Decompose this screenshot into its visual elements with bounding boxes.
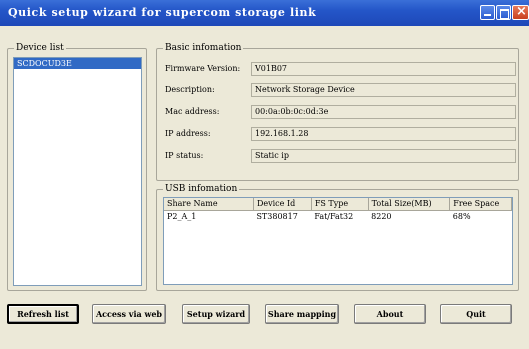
- cell-device-id: ST380817: [256, 211, 298, 221]
- usb-table-container[interactable]: Share Name Device Id FS Type Total Size(…: [163, 197, 513, 285]
- cell-free-space: 68%: [452, 211, 471, 221]
- cell-total-size: 8220: [371, 211, 392, 221]
- device-list-group: Device list SCDOCUD3E: [7, 42, 147, 291]
- mac-field: 00:0a:0b:0c:0d:3e: [251, 105, 516, 119]
- cell-fs-type: Fat/Fat32: [314, 211, 354, 221]
- column-header-free-space[interactable]: Free Space: [449, 198, 512, 211]
- table-row[interactable]: P2_A_1 ST380817 Fat/Fat32 8220 68%: [164, 210, 512, 222]
- column-header-total-size[interactable]: Total Size(MB): [368, 198, 451, 211]
- maximize-icon[interactable]: [496, 5, 511, 20]
- column-header-device-id[interactable]: Device Id: [253, 198, 312, 211]
- share-mapping-button[interactable]: Share mapping: [265, 304, 339, 324]
- usb-table: Share Name Device Id FS Type Total Size(…: [164, 198, 512, 222]
- description-field: Network Storage Device: [251, 83, 516, 97]
- cell-share-name: P2_A_1: [167, 211, 197, 221]
- mac-label: Mac address:: [165, 107, 220, 116]
- close-icon[interactable]: [512, 4, 529, 20]
- usb-table-header: Share Name Device Id FS Type Total Size(…: [164, 198, 512, 211]
- ip-label: IP address:: [165, 129, 211, 138]
- usb-info-title: USB infomation: [163, 183, 240, 195]
- column-header-fs-type[interactable]: FS Type: [311, 198, 369, 211]
- firmware-label: Firmware Version:: [165, 64, 241, 73]
- ip-status-label: IP status:: [165, 151, 204, 160]
- ip-status-field: Static ip: [251, 149, 516, 163]
- setup-wizard-button[interactable]: Setup wizard: [182, 304, 250, 324]
- device-list-item[interactable]: SCDOCUD3E: [14, 58, 141, 69]
- ip-field: 192.168.1.28: [251, 127, 516, 141]
- device-list-title: Device list: [14, 42, 66, 54]
- access-via-web-button[interactable]: Access via web: [92, 304, 166, 324]
- minimize-icon[interactable]: [480, 5, 495, 20]
- firmware-field: V01B07: [251, 62, 516, 76]
- device-listbox[interactable]: SCDOCUD3E: [13, 57, 142, 286]
- title-bar: Quick setup wizard for supercom storage …: [0, 0, 529, 26]
- quit-button[interactable]: Quit: [440, 304, 512, 324]
- usb-info-group: USB infomation Share Name Device Id FS T…: [156, 183, 519, 291]
- refresh-list-button[interactable]: Refresh list: [7, 304, 79, 324]
- basic-info-title: Basic infomation: [163, 42, 244, 54]
- basic-info-group: Basic infomation Firmware Version: V01B0…: [156, 42, 519, 181]
- column-header-share-name[interactable]: Share Name: [164, 198, 254, 211]
- window-title: Quick setup wizard for supercom storage …: [8, 6, 317, 19]
- about-button[interactable]: About: [354, 304, 426, 324]
- description-label: Description:: [165, 85, 215, 94]
